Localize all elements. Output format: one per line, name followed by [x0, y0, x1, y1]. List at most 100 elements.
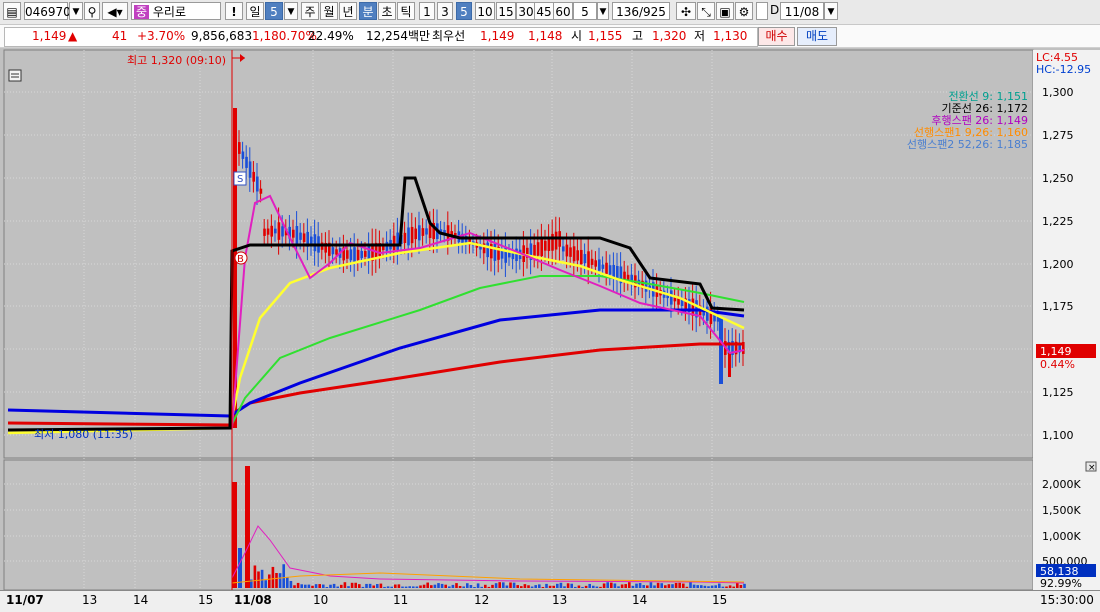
- volume-bar: [451, 584, 455, 588]
- interval-3-button[interactable]: 3: [437, 2, 453, 20]
- volume-bar: [304, 584, 307, 588]
- time-tick: 15: [712, 593, 728, 607]
- save-icon[interactable]: ▣: [716, 2, 734, 20]
- d-checkbox[interactable]: [756, 2, 768, 20]
- volume-bar: [332, 583, 336, 588]
- interval-15-button[interactable]: 15: [496, 2, 516, 20]
- volume-bar: [232, 482, 237, 588]
- high-price: 1,320: [652, 29, 687, 43]
- candle-body: [572, 246, 576, 262]
- time-axis: 11/07 13 14 15 11/08 10 11 12 13 14 15 1…: [0, 590, 1100, 612]
- volume-bar: [286, 577, 289, 588]
- period-day-num[interactable]: 5: [265, 2, 283, 20]
- code-dropdown-icon[interactable]: ▼: [69, 2, 83, 20]
- volume-bar: [581, 586, 584, 588]
- interval-30-button[interactable]: 30: [516, 2, 536, 20]
- volume-bar: [710, 585, 714, 588]
- volume-bar: [538, 584, 541, 588]
- price-tick: 1,175: [1042, 300, 1074, 313]
- interval-60-button[interactable]: 60: [553, 2, 573, 20]
- volume-bar: [678, 582, 681, 588]
- volume-bar: [674, 582, 678, 588]
- volume-bar: [620, 584, 624, 588]
- last-candle: [728, 353, 731, 377]
- stock-name-field[interactable]: 중 우리로: [131, 2, 221, 20]
- period-day-button[interactable]: 일: [246, 2, 264, 20]
- interval-5-button[interactable]: 5: [456, 2, 472, 20]
- volume-bar: [361, 586, 365, 588]
- chart-area[interactable]: 최고 1,320 (09:10) 최저 1,080 (11:35) S B 전환…: [0, 48, 1100, 611]
- period-month-button[interactable]: 월: [320, 2, 338, 20]
- d-label: D: [770, 3, 780, 17]
- signal-s-label: S: [237, 174, 243, 185]
- interval-dropdown-icon[interactable]: ▼: [597, 2, 609, 20]
- volume-bar: [736, 582, 739, 588]
- volume-bar: [653, 585, 656, 588]
- volume-bar: [602, 583, 606, 588]
- stock-code-input[interactable]: 046970: [24, 2, 71, 20]
- date-dropdown-icon[interactable]: ▼: [824, 2, 838, 20]
- interval-45-button[interactable]: 45: [534, 2, 554, 20]
- count-field[interactable]: 136/925: [612, 2, 670, 20]
- volume-pct-label: 92.99%: [1040, 577, 1082, 590]
- volume-bar: [350, 582, 354, 588]
- volume-bar: [271, 566, 275, 588]
- volume-bar: [484, 584, 487, 588]
- volume-bar: [646, 585, 649, 588]
- volume-bar: [473, 586, 476, 588]
- volume-bar: [412, 586, 415, 588]
- interval-1-button[interactable]: 1: [419, 2, 435, 20]
- crosshair-icon[interactable]: ✣: [676, 2, 696, 20]
- quote-bar: 1,149 ▲ 41 +3.70% 9,856,683 1,180.70% 22…: [0, 25, 1100, 48]
- volume-bar: [577, 585, 581, 588]
- date-field[interactable]: 11/08: [780, 2, 824, 20]
- candle-body: [331, 247, 335, 255]
- period-sec-button[interactable]: 초: [378, 2, 396, 20]
- search-icon[interactable]: ⚲: [84, 2, 100, 20]
- settings-icon[interactable]: ⚙: [735, 2, 753, 20]
- speaker-icon[interactable]: ◀▾: [102, 2, 128, 20]
- period-dropdown-icon[interactable]: ▼: [284, 2, 298, 20]
- period-min-button[interactable]: 분: [359, 2, 377, 20]
- volume-bar: [624, 584, 627, 588]
- volume-bar: [480, 586, 483, 588]
- volume-bar: [556, 583, 559, 588]
- volume-bar: [289, 580, 293, 588]
- candle-body: [504, 246, 507, 263]
- period-week-button[interactable]: 주: [301, 2, 319, 20]
- turnover: 22.49%: [308, 29, 354, 43]
- volume-bar: [469, 585, 473, 588]
- volume-bar: [563, 586, 566, 588]
- price-change: 41: [112, 29, 128, 43]
- candle-body: [508, 252, 511, 258]
- interval-10-button[interactable]: 10: [475, 2, 495, 20]
- volume-bar: [296, 582, 300, 588]
- sell-button[interactable]: 매도: [797, 27, 837, 46]
- menu-icon[interactable]: ▤: [3, 2, 21, 20]
- line-tool-icon[interactable]: ⤡: [697, 2, 715, 20]
- candle-body: [360, 250, 363, 259]
- volume-bar: [541, 586, 545, 588]
- candle-body: [536, 242, 540, 256]
- volume-bar: [354, 582, 357, 588]
- chart-settings-icon[interactable]: [8, 69, 22, 82]
- volume-bar: [559, 582, 563, 588]
- price-tick: 1,100: [1042, 429, 1074, 442]
- warning-button[interactable]: !: [225, 2, 243, 20]
- volume-bar: [685, 586, 689, 588]
- price-chart[interactable]: 최고 1,320 (09:10) 최저 1,080 (11:35) S B 전환…: [0, 48, 1100, 591]
- volume-bar: [732, 586, 735, 588]
- volume-bar: [300, 584, 303, 588]
- time-readout: 15:30:00: [1040, 593, 1094, 607]
- time-tick: 13: [552, 593, 568, 607]
- buy-button[interactable]: 매수: [758, 27, 795, 46]
- period-year-button[interactable]: 년: [339, 2, 357, 20]
- stock-badge: 중: [134, 5, 150, 19]
- period-tick-button[interactable]: 틱: [397, 2, 415, 20]
- volume-bar: [505, 585, 509, 588]
- interval-select[interactable]: 5: [573, 2, 597, 20]
- volume-bar: [419, 585, 422, 588]
- candle-body: [583, 254, 587, 264]
- candle-body: [346, 250, 349, 259]
- candle-body: [428, 224, 432, 238]
